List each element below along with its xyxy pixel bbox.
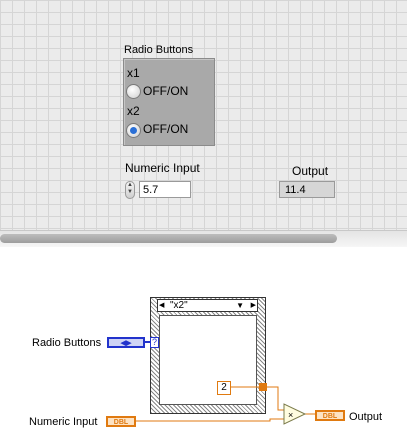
wires: × [136, 341, 315, 425]
multiply-symbol-icon: × [288, 410, 293, 420]
tunnel-to-multiply-wire [267, 386, 284, 411]
numeric-input-wire [136, 418, 284, 422]
